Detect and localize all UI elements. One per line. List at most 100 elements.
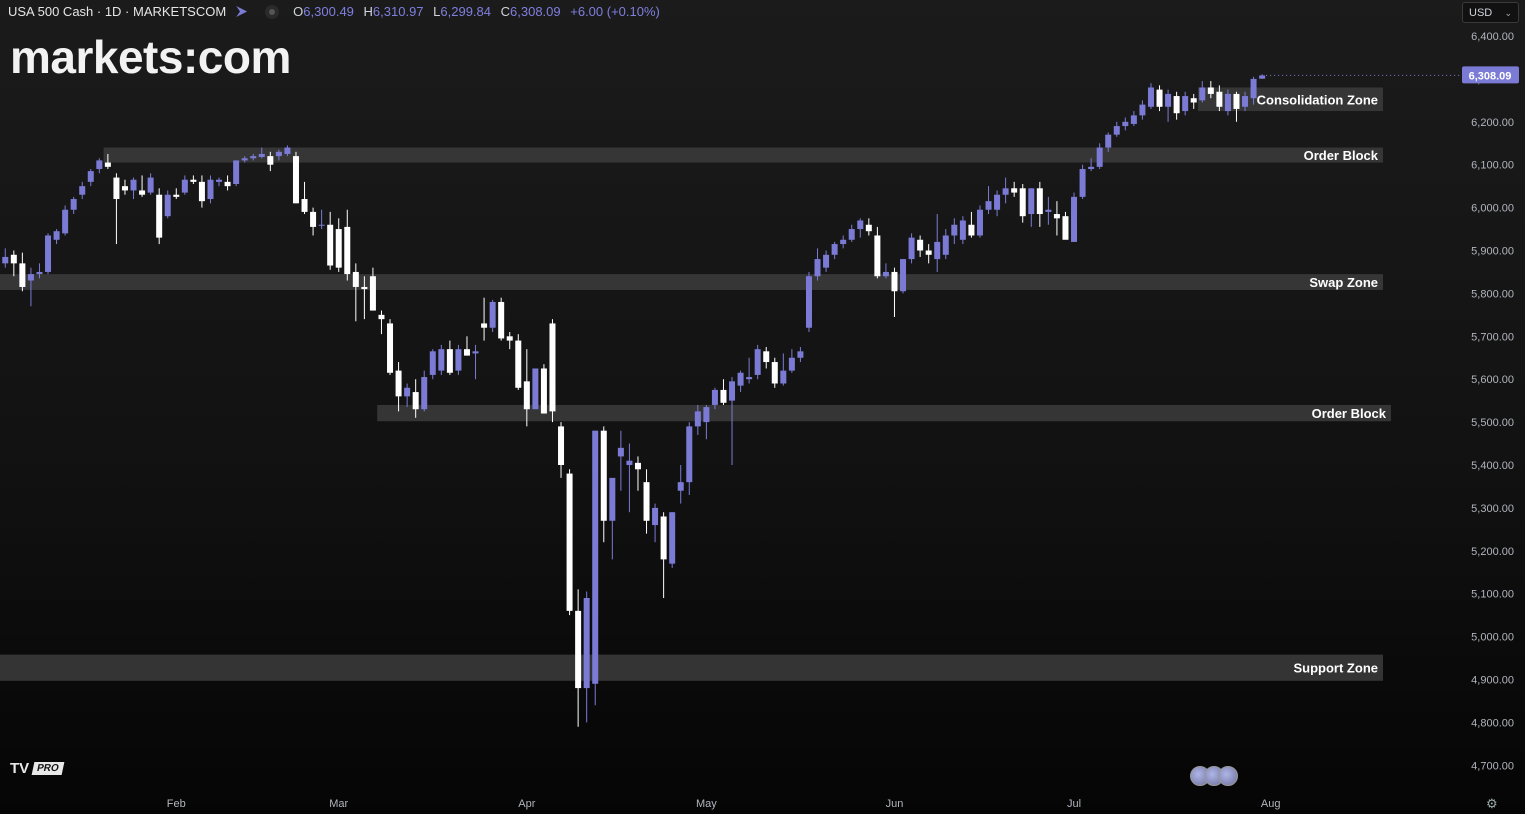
candle-body[interactable] [335, 229, 342, 268]
candle-body[interactable] [600, 430, 607, 521]
candle-body[interactable] [53, 231, 60, 240]
candle-body[interactable] [1019, 188, 1026, 217]
candle-body[interactable] [395, 370, 402, 397]
candle-body[interactable] [814, 259, 821, 277]
candle-body[interactable] [361, 286, 368, 290]
candle-body[interactable] [882, 271, 889, 277]
candle-body[interactable] [729, 381, 736, 401]
candle-body[interactable] [1011, 188, 1018, 193]
candle-body[interactable] [198, 181, 205, 202]
candle-body[interactable] [609, 477, 616, 521]
candle-body[interactable] [1242, 96, 1249, 107]
candle-body[interactable] [917, 239, 924, 251]
candle-body[interactable] [746, 377, 753, 380]
candle-body[interactable] [241, 158, 248, 161]
visibility-icon[interactable] [265, 4, 280, 19]
candle-body[interactable] [404, 387, 411, 397]
candle-body[interactable] [797, 351, 804, 358]
candle-body[interactable] [19, 263, 26, 287]
candle-body[interactable] [327, 224, 334, 266]
candle-body[interactable] [1165, 93, 1172, 107]
candle-body[interactable] [36, 271, 43, 275]
candle-body[interactable] [925, 250, 932, 255]
candle-body[interactable] [1182, 96, 1189, 112]
candle-body[interactable] [669, 512, 676, 564]
candle-body[interactable] [831, 244, 838, 255]
candle-body[interactable] [481, 323, 488, 328]
candle-body[interactable] [575, 610, 582, 689]
candle-body[interactable] [617, 447, 624, 457]
candle-body[interactable] [121, 186, 128, 191]
candle-body[interactable] [378, 314, 385, 320]
candle-body[interactable] [1062, 216, 1069, 240]
candle-body[interactable] [275, 151, 282, 157]
candle-body[interactable] [1139, 104, 1146, 116]
candle-body[interactable] [1199, 87, 1206, 101]
candle-body[interactable] [652, 507, 659, 526]
candle-body[interactable] [754, 349, 761, 375]
candle-body[interactable] [840, 239, 847, 245]
candle-body[interactable] [823, 254, 830, 268]
candle-body[interactable] [1233, 93, 1240, 109]
candle-body[interactable] [515, 340, 522, 388]
candle-body[interactable] [224, 181, 231, 187]
candle-body[interactable] [1113, 126, 1120, 135]
candle-body[interactable] [1096, 147, 1103, 167]
candle-body[interactable] [147, 177, 154, 193]
candle-body[interactable] [292, 156, 299, 204]
candle-body[interactable] [463, 349, 470, 356]
candle-body[interactable] [472, 351, 479, 354]
price-chart[interactable]: Consolidation Zone Order Block Swap Zone Or… [0, 0, 1525, 814]
candle-body[interactable] [421, 377, 428, 410]
symbol-title[interactable]: USA 500 Cash · 1D · MARKETSCOM [8, 4, 226, 19]
candle-body[interactable] [1190, 98, 1197, 103]
candle-body[interactable] [1079, 168, 1086, 197]
candle-body[interactable] [703, 407, 710, 423]
candle-body[interactable] [173, 194, 180, 197]
candle-body[interactable] [532, 368, 539, 410]
candle-body[interactable] [763, 351, 770, 363]
candle-body[interactable] [506, 336, 513, 341]
candle-body[interactable] [788, 357, 795, 371]
candle-body[interactable] [489, 301, 496, 328]
candle-body[interactable] [900, 259, 907, 292]
candle-body[interactable] [79, 186, 86, 195]
candle-body[interactable] [130, 179, 137, 191]
candle-body[interactable] [1224, 93, 1231, 112]
candle-body[interactable] [1045, 209, 1052, 212]
candle-body[interactable] [711, 389, 718, 405]
candle-body[interactable] [438, 349, 445, 371]
candle-body[interactable] [959, 220, 966, 240]
candle-body[interactable] [994, 194, 1001, 210]
country-flags-icon[interactable] [1190, 766, 1238, 786]
candle-body[interactable] [592, 430, 599, 684]
candle-body[interactable] [1036, 188, 1043, 215]
candle-body[interactable] [737, 372, 744, 386]
settings-icon[interactable]: ⚙ [1486, 796, 1498, 812]
candle-body[interactable] [207, 179, 214, 200]
candle-body[interactable] [968, 224, 975, 236]
candle-body[interactable] [190, 179, 197, 182]
candle-body[interactable] [934, 241, 941, 260]
candle-body[interactable] [352, 271, 359, 287]
candle-body[interactable] [1122, 121, 1129, 127]
candle-body[interactable] [498, 301, 505, 339]
candle-body[interactable] [1207, 87, 1214, 94]
candle-body[interactable] [694, 411, 701, 427]
candle-body[interactable] [634, 462, 641, 470]
candle-body[interactable] [558, 426, 565, 465]
candle-body[interactable] [344, 226, 351, 275]
candle-body[interactable] [87, 171, 94, 182]
candle-body[interactable] [951, 224, 958, 236]
candle-body[interactable] [1105, 134, 1112, 148]
candle-body[interactable] [113, 177, 120, 200]
candle-body[interactable] [1250, 78, 1257, 99]
candle-body[interactable] [1259, 75, 1266, 79]
candle-body[interactable] [985, 201, 992, 210]
candle-body[interactable] [626, 460, 633, 465]
currency-select[interactable]: USD ⌄ [1462, 2, 1519, 23]
candle-body[interactable] [720, 389, 727, 403]
candle-body[interactable] [771, 362, 778, 384]
candle-body[interactable] [1088, 166, 1095, 169]
candle-body[interactable] [429, 351, 436, 375]
